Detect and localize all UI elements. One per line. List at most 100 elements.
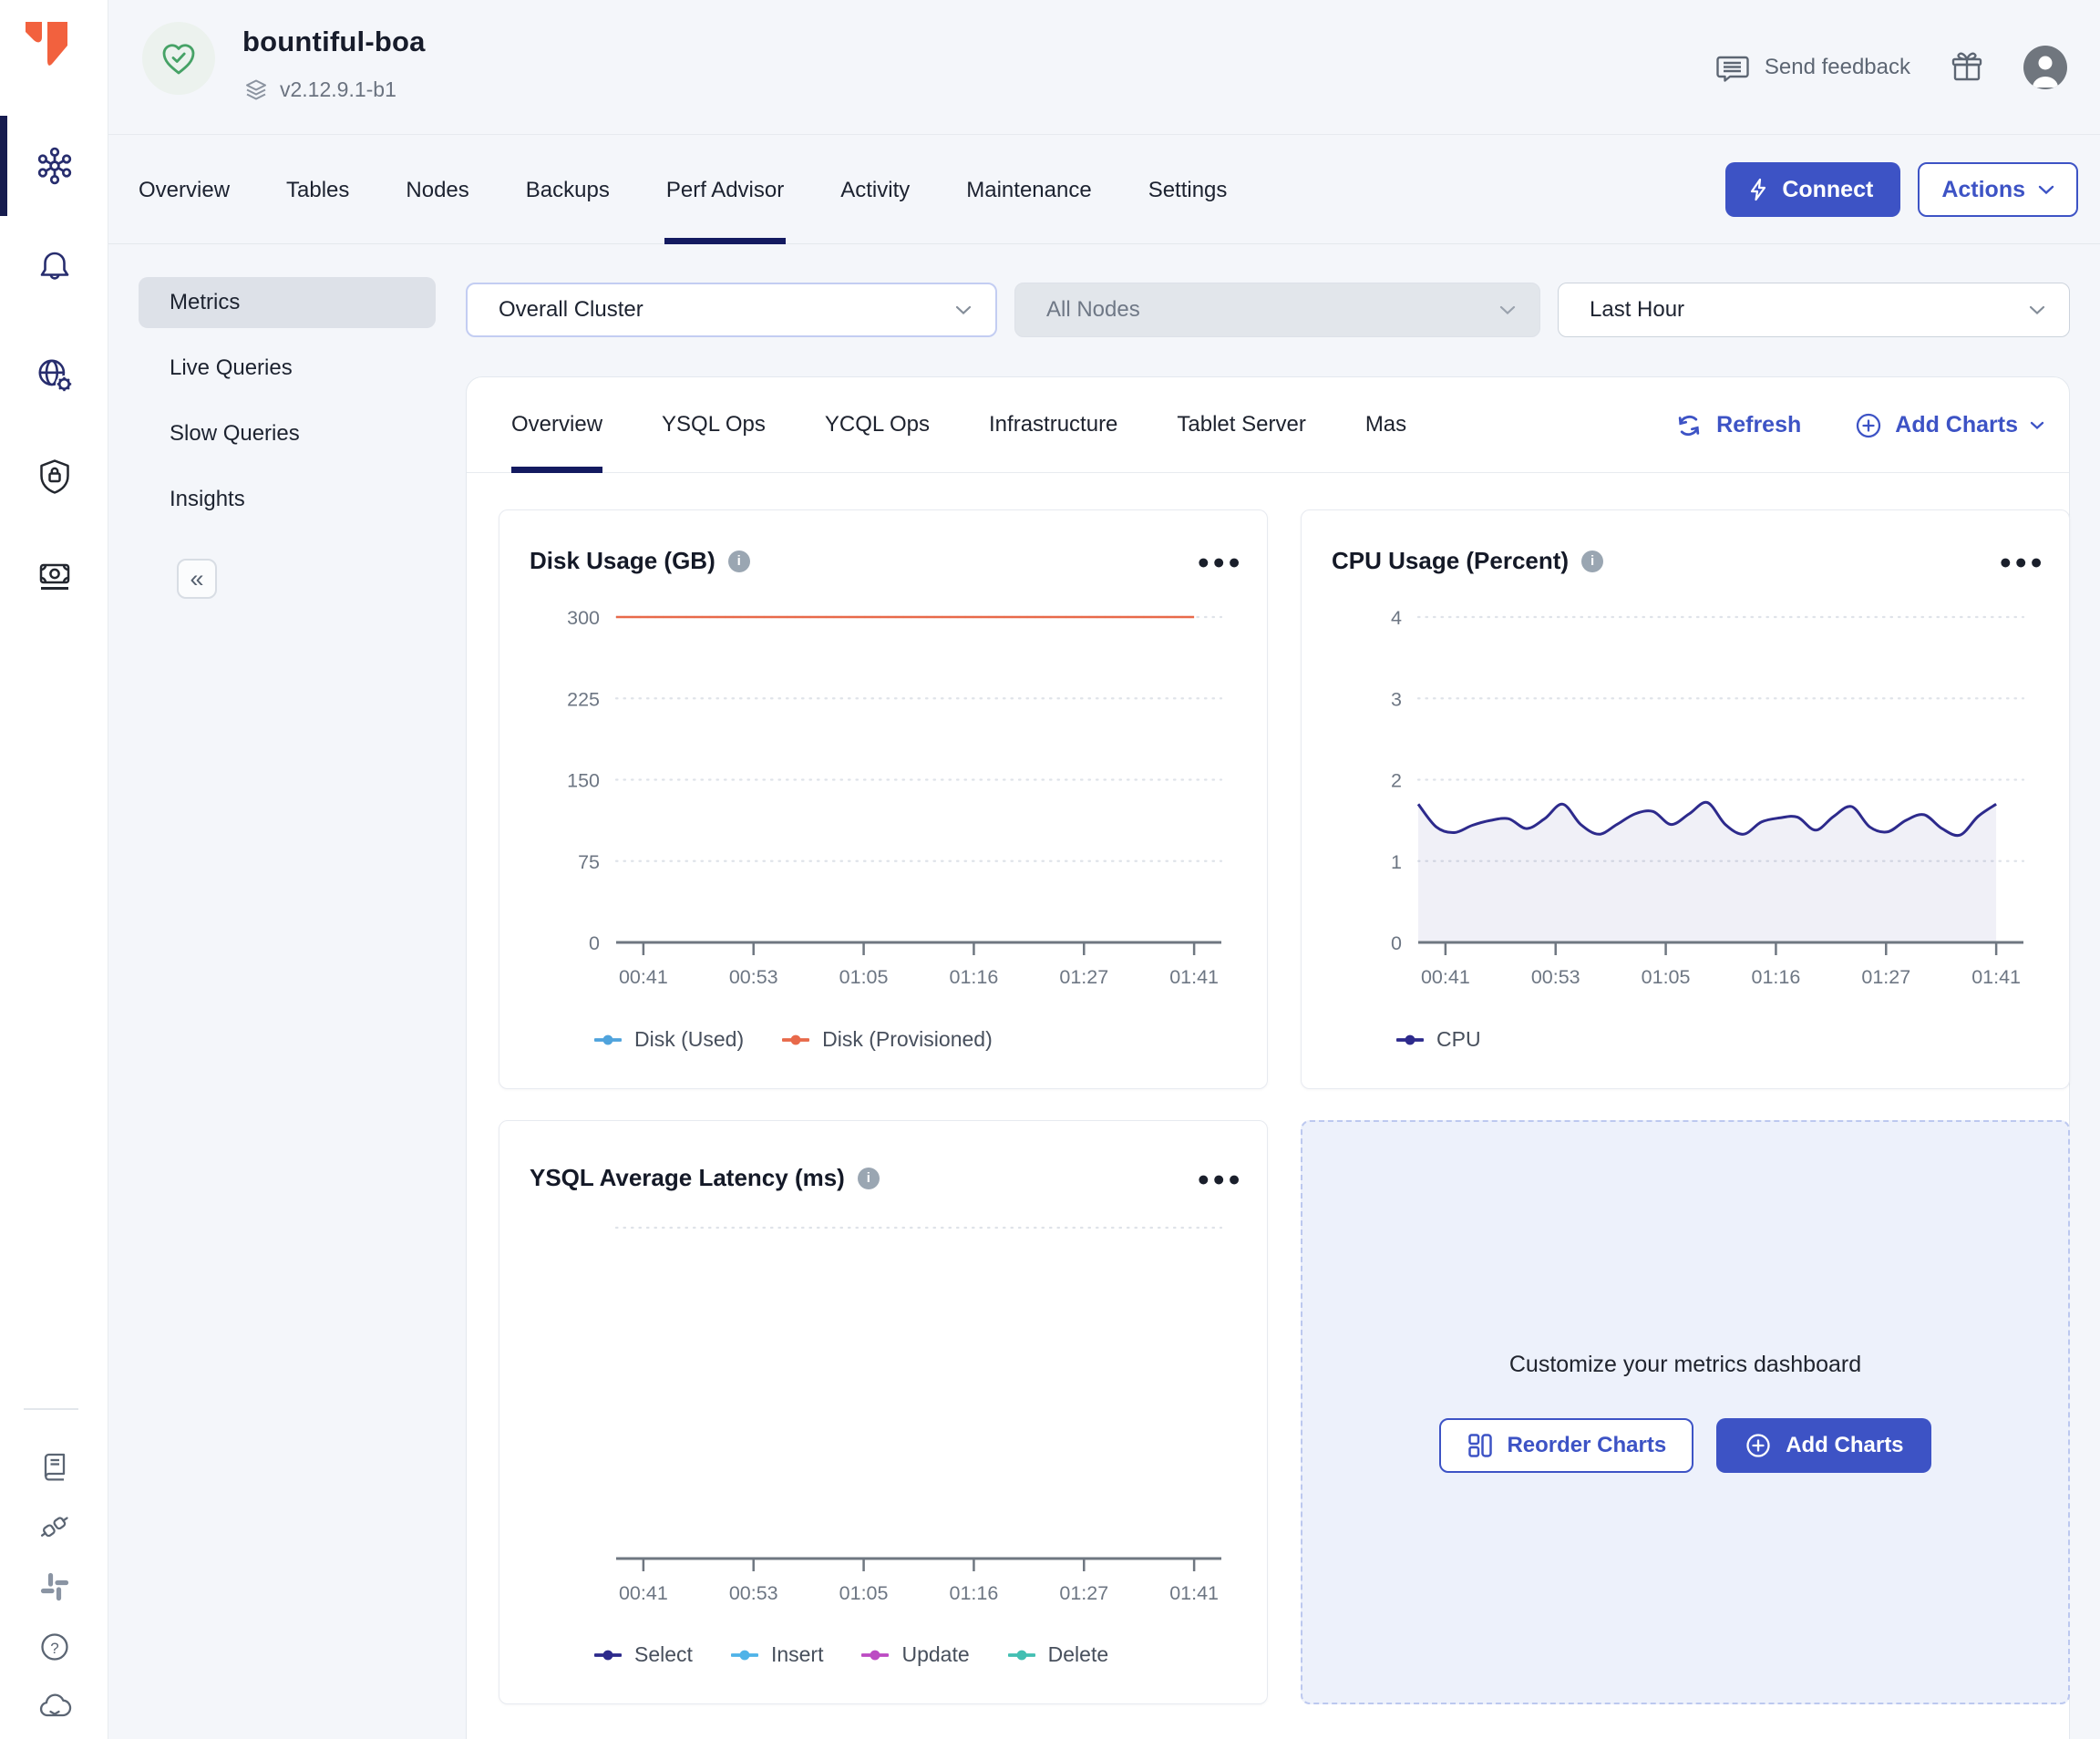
info-icon[interactable]: i	[728, 551, 750, 572]
info-icon[interactable]: i	[1581, 551, 1603, 572]
tab-perf-advisor[interactable]: Perf Advisor	[666, 136, 784, 244]
svg-text:1: 1	[1391, 851, 1402, 873]
sidebar-item-docs[interactable]	[0, 1436, 108, 1497]
time-range-value: Last Hour	[1590, 297, 1684, 323]
sidebar-item-clusters[interactable]	[0, 116, 108, 216]
svg-text:4: 4	[1391, 607, 1402, 629]
chart-legend: Disk (Used) Disk (Provisioned)	[594, 1027, 993, 1052]
svg-text:00:53: 00:53	[729, 966, 778, 988]
docs-book-icon	[36, 1448, 73, 1485]
lightning-icon	[1745, 177, 1771, 202]
metrics-tab-master[interactable]: Mas	[1365, 377, 1406, 472]
sidebar-item-slack[interactable]	[0, 1557, 108, 1617]
metrics-tab-overview[interactable]: Overview	[511, 377, 602, 472]
sidebar-item-security[interactable]	[0, 426, 108, 526]
send-feedback-button[interactable]: Send feedback	[1714, 49, 1910, 86]
sidebar-item-help[interactable]: ?	[0, 1617, 108, 1677]
metrics-panel: Overview YSQL Ops YCQL Ops Infrastructur…	[466, 376, 2070, 1739]
healthy-heart-icon	[158, 37, 200, 79]
chart-options-menu[interactable]: ●●●	[1999, 557, 2045, 566]
shield-lock-icon	[35, 456, 75, 496]
globe-gear-icon	[34, 355, 76, 396]
sidebar-item-live-queries[interactable]: Live Queries	[139, 343, 436, 394]
perf-subnav: Metrics Live Queries Slow Queries Insigh…	[108, 244, 466, 540]
tab-nodes[interactable]: Nodes	[406, 136, 468, 244]
tab-overview[interactable]: Overview	[139, 136, 230, 244]
legend-item[interactable]: CPU	[1396, 1027, 1481, 1052]
svg-text:0: 0	[589, 932, 600, 954]
legend-item[interactable]: Delete	[1008, 1642, 1108, 1667]
sidebar-item-slow-queries[interactable]: Slow Queries	[139, 408, 436, 459]
metrics-filters: Overall Cluster All Nodes Last Hour	[466, 283, 2070, 337]
svg-text:150: 150	[567, 770, 600, 792]
chart-title: Disk Usage (GB)	[530, 547, 715, 575]
refresh-label: Refresh	[1716, 412, 1801, 438]
add-charts-button[interactable]: Add Charts	[1716, 1418, 1930, 1473]
tab-backups[interactable]: Backups	[526, 136, 610, 244]
metrics-tab-ysql-ops[interactable]: YSQL Ops	[662, 377, 766, 472]
svg-text:01:41: 01:41	[1169, 1582, 1219, 1604]
time-range-select[interactable]: Last Hour	[1558, 283, 2070, 337]
connect-button[interactable]: Connect	[1725, 162, 1900, 217]
yugabyte-logo-icon[interactable]	[20, 18, 73, 77]
actions-label: Actions	[1941, 177, 2025, 203]
add-charts-menu-button[interactable]: Add Charts	[1854, 411, 2044, 440]
legend-item[interactable]: Select	[594, 1642, 693, 1667]
reorder-charts-button[interactable]: Reorder Charts	[1439, 1418, 1693, 1473]
plus-circle-icon	[1744, 1431, 1773, 1460]
svg-text:3: 3	[1391, 688, 1402, 710]
add-charts-label: Add Charts	[1786, 1433, 1903, 1458]
metrics-tab-ycql-ops[interactable]: YCQL Ops	[825, 377, 930, 472]
cluster-health-badge	[142, 22, 215, 95]
tab-activity[interactable]: Activity	[840, 136, 910, 244]
sidebar-item-metrics[interactable]: Metrics	[139, 277, 436, 328]
gift-icon[interactable]	[1949, 49, 1985, 86]
chart-options-menu[interactable]: ●●●	[1197, 557, 1243, 566]
cluster-nav: Overview Tables Nodes Backups Perf Advis…	[108, 136, 2100, 244]
metrics-tab-tablet-server[interactable]: Tablet Server	[1177, 377, 1305, 472]
app-icon-rail: ?	[0, 0, 108, 1739]
chart-options-menu[interactable]: ●●●	[1197, 1174, 1243, 1183]
metrics-tab-bar: Overview YSQL Ops YCQL Ops Infrastructur…	[467, 377, 2069, 473]
sidebar-item-integrations[interactable]	[0, 1497, 108, 1557]
svg-text:00:53: 00:53	[1531, 966, 1580, 988]
sidebar-item-network[interactable]	[0, 325, 108, 426]
svg-text:00:53: 00:53	[729, 1582, 778, 1604]
sidebar-item-insights[interactable]: Insights	[139, 474, 436, 525]
svg-text:300: 300	[567, 607, 600, 629]
customize-dashboard-panel: Customize your metrics dashboard Reorder…	[1301, 1120, 2070, 1704]
sidebar-item-alerts[interactable]	[0, 216, 108, 316]
scope-select[interactable]: Overall Cluster	[466, 283, 997, 337]
svg-text:01:16: 01:16	[1752, 966, 1801, 988]
user-avatar[interactable]	[2023, 46, 2067, 89]
legend-item[interactable]: Disk (Provisioned)	[782, 1027, 993, 1052]
svg-text:225: 225	[567, 688, 600, 710]
chart-title: CPU Usage (Percent)	[1332, 547, 1569, 575]
svg-text:75: 75	[578, 851, 600, 873]
layers-icon	[243, 77, 269, 102]
svg-text:0: 0	[1391, 932, 1402, 954]
disk-usage-card: 30022515075000:4100:5301:0501:1601:2701:…	[499, 509, 1268, 1089]
info-icon[interactable]: i	[858, 1168, 880, 1189]
tab-tables[interactable]: Tables	[286, 136, 349, 244]
collapse-sidebar-button[interactable]: «	[177, 559, 217, 599]
legend-item[interactable]: Disk (Used)	[594, 1027, 744, 1052]
metrics-tab-infrastructure[interactable]: Infrastructure	[989, 377, 1117, 472]
tab-maintenance[interactable]: Maintenance	[966, 136, 1091, 244]
add-charts-label: Add Charts	[1895, 412, 2018, 438]
svg-text:01:41: 01:41	[1169, 966, 1219, 988]
tab-settings[interactable]: Settings	[1148, 136, 1228, 244]
slack-icon	[37, 1569, 72, 1604]
svg-text:01:16: 01:16	[950, 1582, 999, 1604]
legend-item[interactable]: Insert	[731, 1642, 824, 1667]
refresh-button[interactable]: Refresh	[1673, 410, 1801, 441]
sidebar-item-cloud-status[interactable]	[0, 1677, 108, 1737]
scope-value: Overall Cluster	[499, 297, 643, 323]
sidebar-item-billing[interactable]	[0, 526, 108, 626]
svg-text:?: ?	[50, 1640, 58, 1657]
legend-item[interactable]: Update	[861, 1642, 969, 1667]
charts-grid: 30022515075000:4100:5301:0501:1601:2701:…	[467, 473, 2069, 1704]
actions-button[interactable]: Actions	[1918, 162, 2078, 217]
chevron-down-icon	[2029, 305, 2045, 315]
svg-text:2: 2	[1391, 770, 1402, 792]
